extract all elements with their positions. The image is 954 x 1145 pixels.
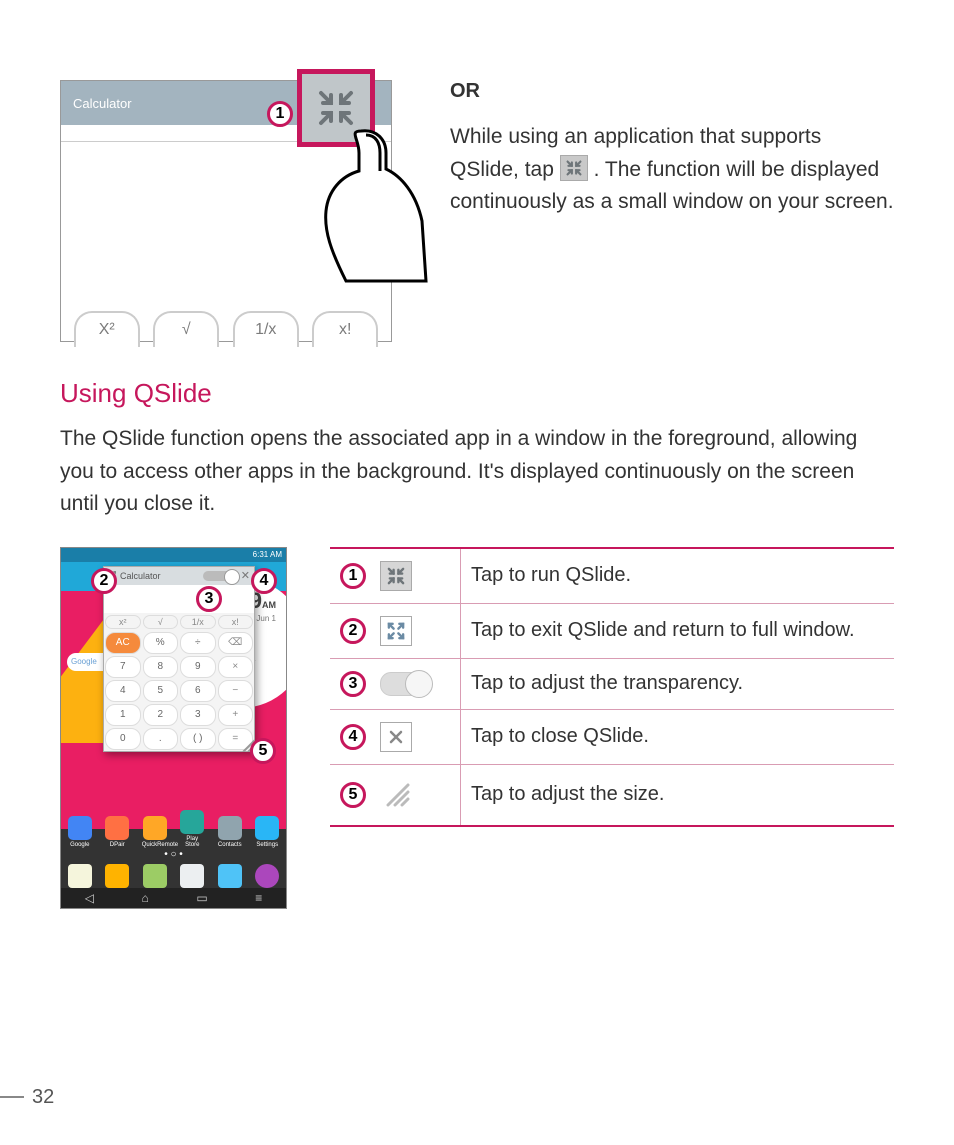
resize-icon (380, 777, 410, 813)
qslide-enter-icon (380, 561, 412, 591)
callout-5: 5 (250, 738, 276, 764)
legend-row: 1 Tap to run QSlide. (330, 548, 894, 604)
calc-fn: x! (218, 615, 254, 629)
calc-fn-btn: X² (74, 311, 140, 347)
calc-key: 7 (105, 656, 141, 678)
recent-icon: ▭ (196, 891, 207, 905)
back-icon: ◁ (85, 891, 94, 905)
legend-row: 4 Tap to close QSlide. (330, 709, 894, 764)
legend-desc: Tap to exit QSlide and return to full wi… (461, 603, 895, 658)
phone-statusbar: 6:31 AM (61, 548, 286, 562)
dock-app: Google (67, 816, 93, 848)
legend-desc: Tap to adjust the transparency. (461, 658, 895, 709)
calc-fn-row: X² √ 1/x x! (61, 311, 391, 347)
calc-fn: x² (105, 615, 141, 629)
calc-key: ( ) (180, 728, 216, 750)
calc-key: 6 (180, 680, 216, 702)
calc-display (104, 585, 254, 613)
calc-key: 0 (105, 728, 141, 750)
legend-num: 5 (340, 782, 366, 808)
menu-icon: ≡ (255, 891, 262, 905)
app-dock: Google DPair QuickRemote Play Store Contacts… (61, 810, 286, 848)
calc-key: AC (105, 632, 141, 654)
tray-icon (143, 864, 167, 888)
calc-fn-row-small: x² √ 1/x x! (104, 613, 254, 631)
callout-3: 3 (196, 586, 222, 612)
calc-keypad: AC%÷⌫789×456−123+0.( )= (104, 631, 254, 751)
close-x-icon (380, 722, 412, 752)
legend-num: 2 (340, 618, 366, 644)
dock-app: Contacts (217, 816, 243, 848)
calc-key: ⌫ (218, 632, 254, 654)
apps-icon (255, 864, 279, 888)
qslide-window: ⤢ Calculator ✕ x² √ 1/x x! AC%÷⌫ 789× 456−… (103, 566, 255, 752)
calc-key: × (218, 656, 254, 678)
phone-status-time: 6:31 AM (253, 550, 282, 559)
legend-row: 3 Tap to adjust the transparency. (330, 658, 894, 709)
page-number: 32 (32, 1086, 54, 1109)
tray-icon (218, 864, 242, 888)
legend-desc: Tap to close QSlide. (461, 709, 895, 764)
calc-fn-btn: x! (312, 311, 378, 347)
legend-num: 1 (340, 563, 366, 589)
dock-app: Settings (254, 816, 280, 848)
calc-key: 2 (143, 704, 179, 726)
calc-key: + (218, 704, 254, 726)
callout-2: 2 (91, 568, 117, 594)
or-paragraph: While using an application that supports… (450, 121, 894, 219)
dock-app: QuickRemote (142, 816, 168, 848)
phone-navbar: ◁ ⌂ ▭ ≡ (61, 888, 286, 908)
home-icon: ⌂ (142, 891, 149, 905)
qslide-window-title: Calculator (120, 571, 161, 581)
calc-key: . (143, 728, 179, 750)
page-dots: • ○ • (61, 849, 286, 860)
legend-num: 4 (340, 724, 366, 750)
callout-4: 4 (251, 568, 277, 594)
dock-app: DPair (104, 816, 130, 848)
calc-key: 3 (180, 704, 216, 726)
calc-key: ÷ (180, 632, 216, 654)
calc-key: 4 (105, 680, 141, 702)
calc-fn: 1/x (180, 615, 216, 629)
calc-key: 9 (180, 656, 216, 678)
transparency-slider-icon (380, 672, 432, 696)
calc-fn-btn: 1/x (233, 311, 299, 347)
legend-row: 5 Tap to adjust the size. (330, 764, 894, 826)
section-heading: Using QSlide (60, 378, 894, 409)
phone-screenshot: 6:31 AM 3:19AM Tue, Jun 1 Google Ok Goog… (60, 547, 287, 909)
tap-finger-illustration (286, 121, 436, 291)
calc-fn: √ (143, 615, 179, 629)
intro-paragraph: The QSlide function opens the associated… (60, 423, 894, 521)
calc-key: 8 (143, 656, 179, 678)
calc-key: 1 (105, 704, 141, 726)
qslide-inline-icon (560, 155, 588, 181)
dock-app: Play Store (179, 810, 205, 848)
clock-ampm: AM (262, 600, 276, 610)
calc-key: 5 (143, 680, 179, 702)
qslide-window-titlebar: ⤢ Calculator ✕ (104, 567, 254, 585)
tray-icon (180, 864, 204, 888)
or-label: OR (450, 80, 894, 103)
calculator-title: Calculator (73, 96, 132, 111)
calculator-screenshot: Calculator 1 X² √ (60, 80, 392, 342)
legend-desc: Tap to adjust the size. (461, 764, 895, 826)
legend-desc: Tap to run QSlide. (461, 548, 895, 604)
legend-num: 3 (340, 671, 366, 697)
legend-table: 1 Tap to run QSlide. 2 Tap to exit (330, 547, 894, 827)
legend-row: 2 Tap to exit QSlide and return to full … (330, 603, 894, 658)
calc-key: % (143, 632, 179, 654)
tray-icon (105, 864, 129, 888)
close-icon: ✕ (241, 569, 250, 582)
qslide-exit-icon (380, 616, 412, 646)
calc-fn-btn: √ (153, 311, 219, 347)
calc-key: − (218, 680, 254, 702)
favorites-tray (61, 862, 286, 890)
tray-icon (68, 864, 92, 888)
transparency-slider (203, 571, 237, 581)
